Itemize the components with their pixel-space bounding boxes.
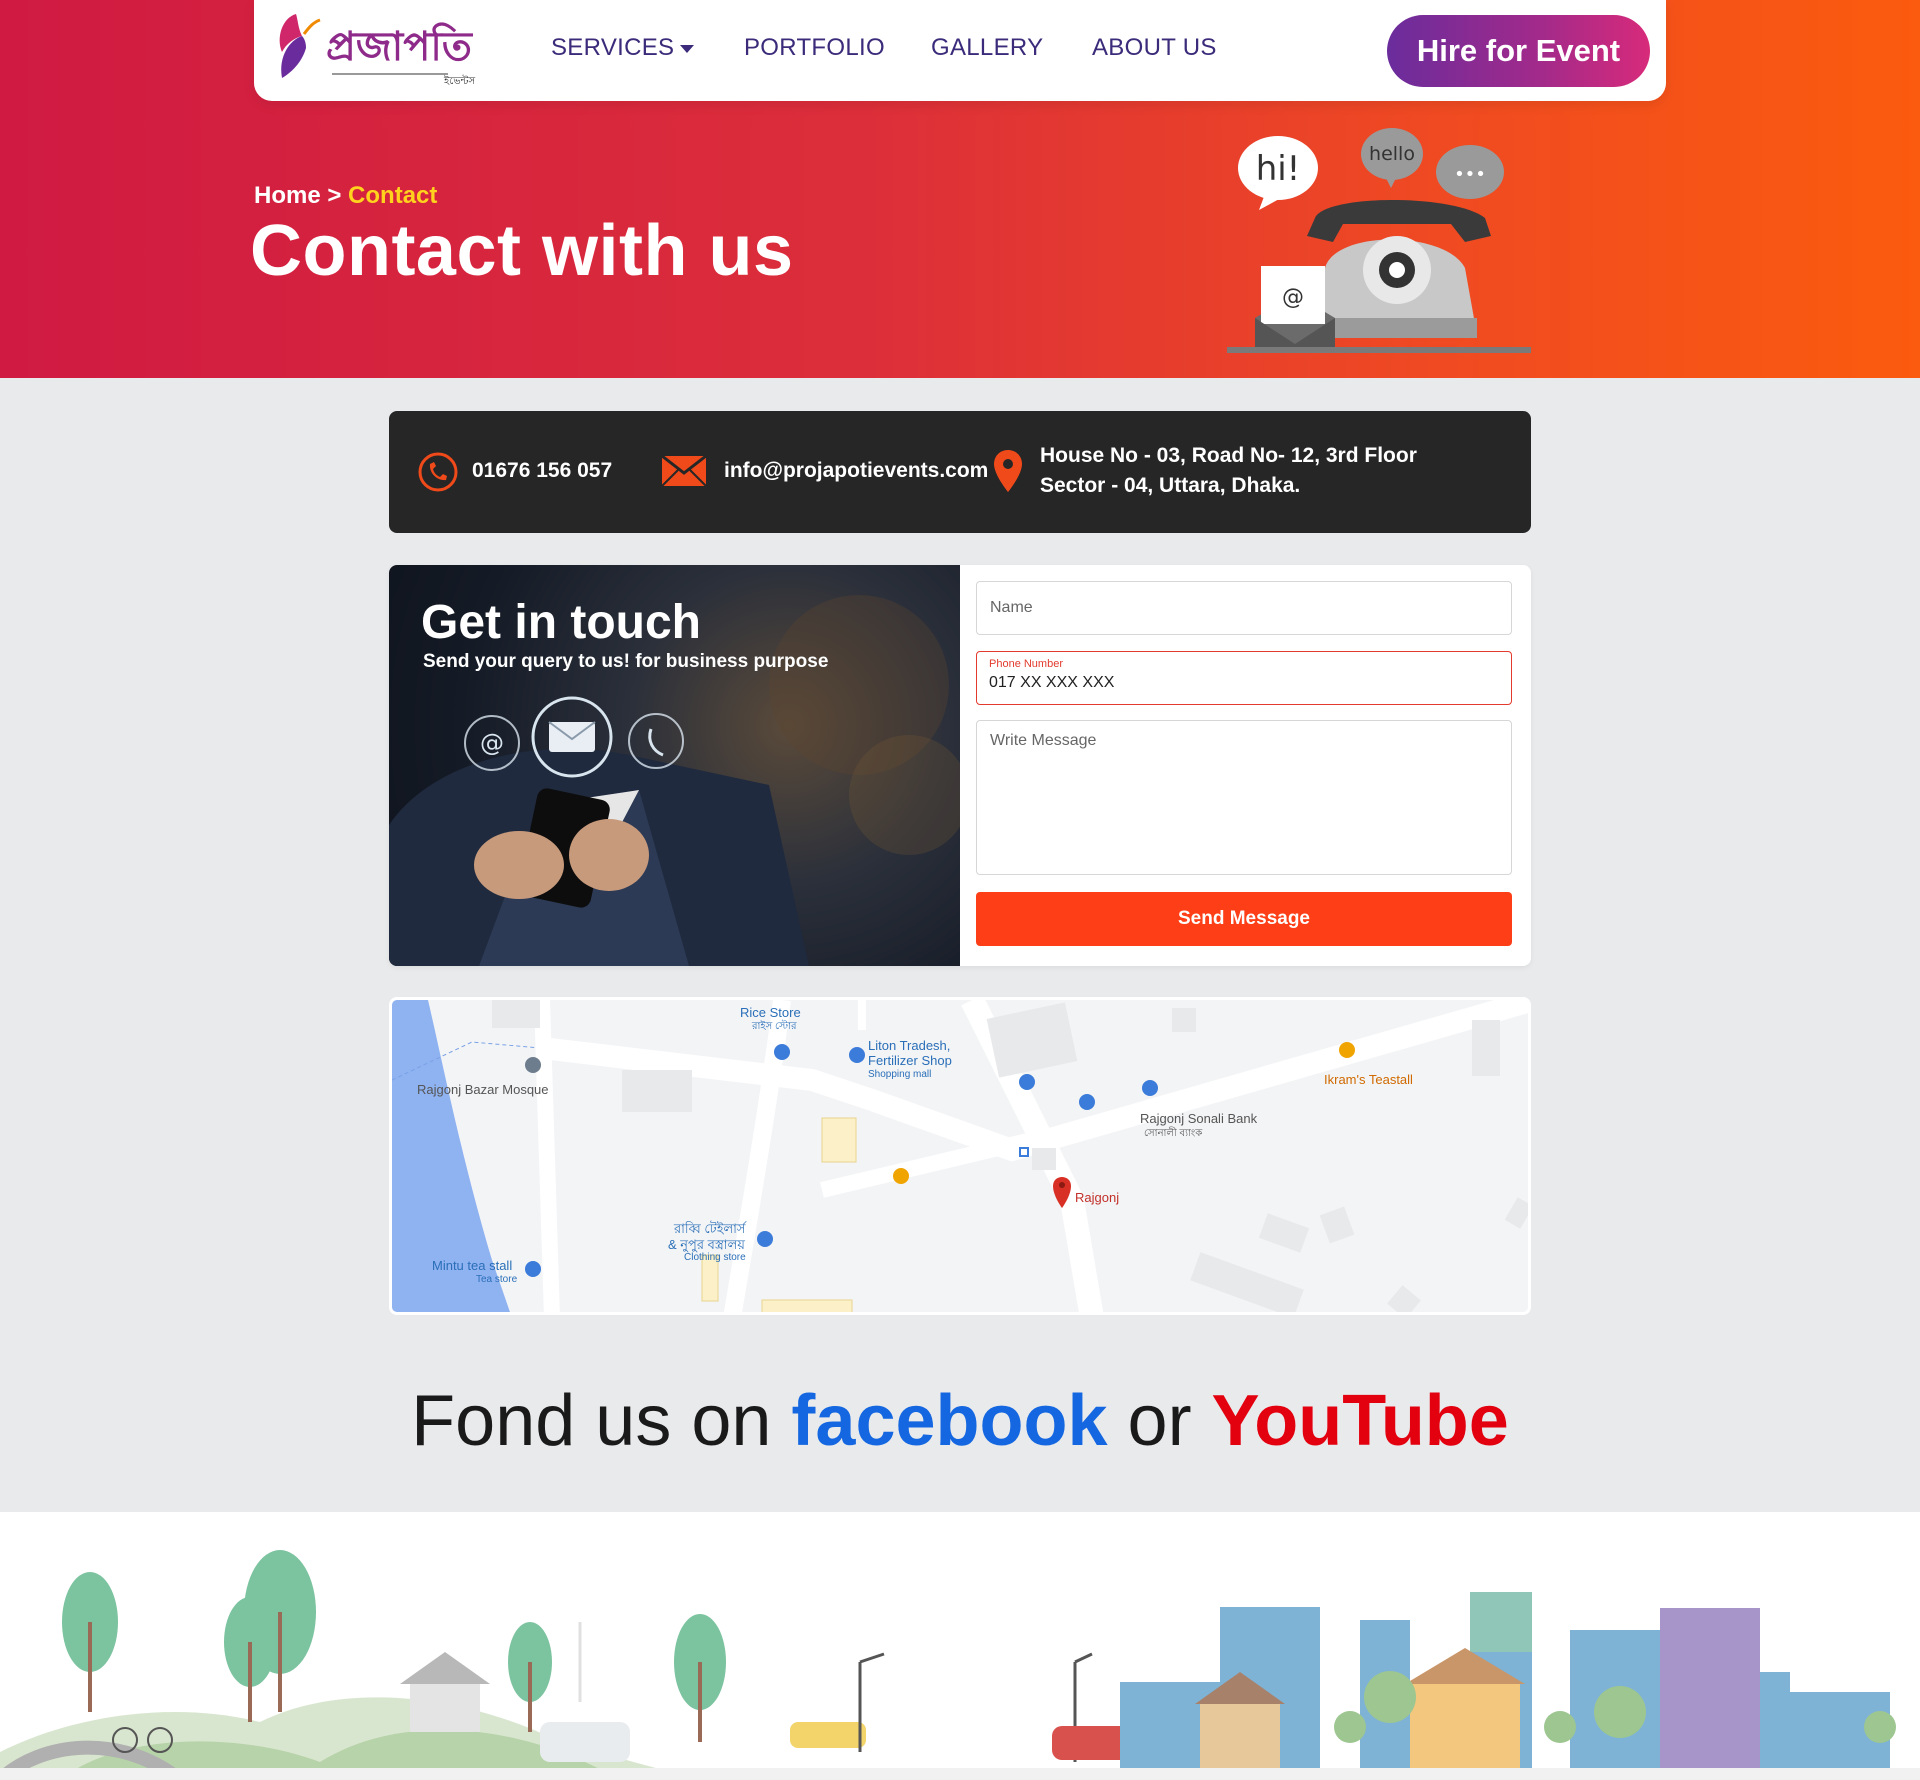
nav-services[interactable]: SERVICES — [551, 34, 695, 62]
phone-number-value: 017 XX XXX XXX — [989, 674, 1115, 691]
message-field[interactable]: Write Message — [976, 720, 1512, 875]
svg-text:@: @ — [480, 729, 504, 757]
address-line-1: House No - 03, Road No- 12, 3rd Floor — [1040, 444, 1417, 467]
address-line-2: Sector - 04, Uttara, Dhaka. — [1040, 474, 1301, 497]
get-in-touch-heading: Get in touch — [421, 596, 701, 649]
message-placeholder: Write Message — [990, 732, 1097, 749]
name-field[interactable]: Name — [976, 581, 1512, 635]
phone-icon — [417, 451, 459, 498]
chevron-down-icon — [680, 44, 695, 53]
location-pin-icon — [993, 449, 1023, 498]
nav-portfolio[interactable]: PORTFOLIO — [744, 34, 885, 62]
phone-number[interactable]: 01676 156 057 — [472, 456, 612, 486]
location-map[interactable]: Rice Store রাইস স্টোর Liton Tradesh, Fer… — [389, 997, 1531, 1315]
page-title: Contact with us — [250, 211, 794, 291]
phone-number-label: Phone Number — [989, 658, 1063, 670]
hero-banner: প্রজাপতি ইভেন্টস SERVICES PORTFOLIO GALL… — [0, 0, 1920, 378]
email-address[interactable]: info@projapotievents.com — [724, 456, 988, 486]
brand-logo[interactable]: প্রজাপতি ইভেন্টস — [268, 8, 488, 88]
footer-city-illustration — [0, 1512, 1920, 1780]
svg-text:hi!: hi! — [1256, 149, 1301, 189]
name-placeholder: Name — [990, 599, 1033, 616]
nav-about-us[interactable]: ABOUT US — [1092, 34, 1217, 62]
contact-form-card: @ Get in touch Send your query to us! fo… — [389, 565, 1531, 966]
breadcrumb: Home > Contact — [254, 182, 438, 209]
logo-text: প্রজাপতি — [326, 22, 474, 70]
send-message-button[interactable]: Send Message — [976, 892, 1512, 946]
mail-icon — [661, 454, 707, 492]
get-in-touch-image: @ Get in touch Send your query to us! fo… — [389, 565, 960, 966]
breadcrumb-current: Contact — [348, 182, 438, 209]
breadcrumb-home[interactable]: Home — [254, 182, 321, 209]
phone-number-field[interactable]: Phone Number 017 XX XXX XXX — [976, 651, 1512, 705]
telephone-illustration: hi! hello ••• @ — [1225, 118, 1535, 358]
get-in-touch-subheading: Send your query to us! for business purp… — [423, 651, 829, 672]
navbar: প্রজাপতি ইভেন্টস SERVICES PORTFOLIO GALL… — [254, 0, 1666, 101]
facebook-link[interactable]: facebook — [791, 1381, 1107, 1461]
social-heading: Fond us on facebook or YouTube — [411, 1381, 1509, 1461]
svg-text:ইভেন্টস: ইভেন্টস — [443, 75, 476, 87]
address: House No - 03, Road No- 12, 3rd Floor Se… — [1040, 441, 1417, 501]
contact-info-bar: 01676 156 057 info@projapotievents.com H… — [389, 411, 1531, 533]
youtube-link[interactable]: YouTube — [1212, 1381, 1509, 1461]
nav-gallery[interactable]: GALLERY — [931, 34, 1043, 62]
hire-for-event-button[interactable]: Hire for Event — [1387, 15, 1650, 87]
svg-text:@: @ — [1282, 285, 1304, 310]
svg-text:•••: ••• — [1454, 164, 1486, 185]
svg-text:hello: hello — [1369, 143, 1415, 165]
